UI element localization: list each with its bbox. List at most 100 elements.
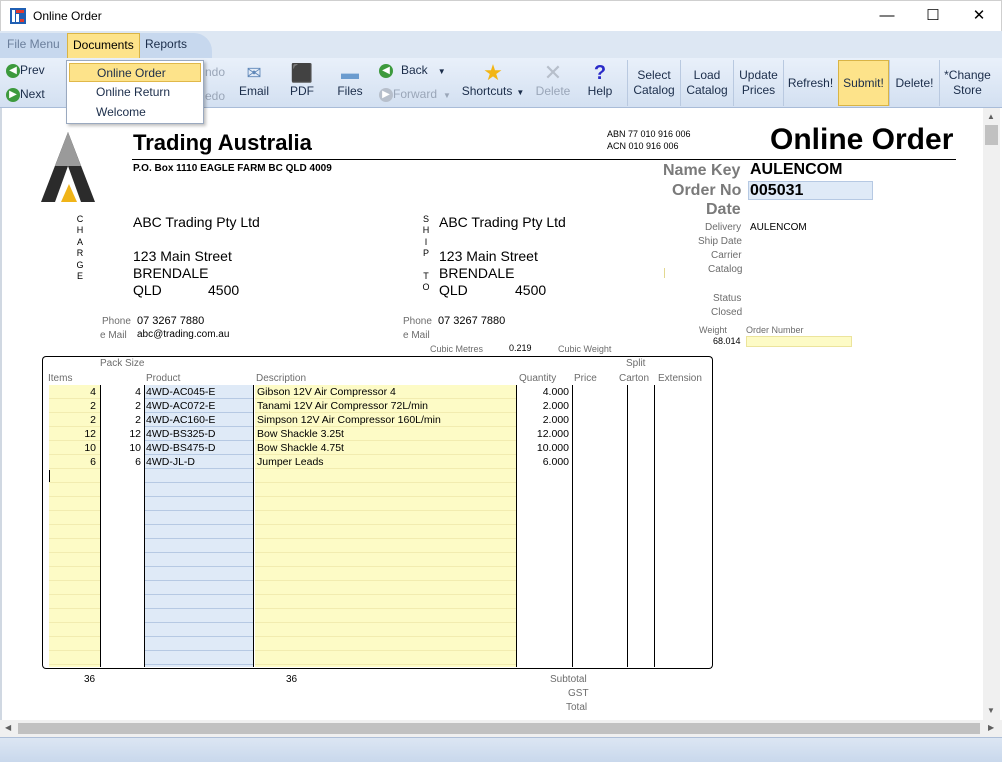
forward-button[interactable]: ▶ Forward ▼ (379, 87, 451, 102)
charge-letter: G (76, 259, 84, 270)
menu-item-online-return[interactable]: Online Return (69, 83, 201, 102)
horizontal-scrollbar[interactable]: ◀ ▶ (0, 720, 1002, 737)
redo-label-partial: edo (205, 89, 226, 103)
cell-description[interactable]: Gibson 12V Air Compressor 4 (257, 385, 515, 399)
cell-product[interactable]: 4WD-AC160-E (146, 413, 251, 427)
cell-items[interactable]: 4 (49, 385, 96, 399)
cell-quantity[interactable]: 2.000 (517, 399, 569, 413)
star-icon: ★ (483, 60, 503, 85)
status-label: Status (713, 293, 742, 304)
cell-description[interactable]: Jumper Leads (257, 455, 515, 469)
order-number-field[interactable] (746, 336, 852, 347)
forward-dropdown-icon[interactable]: ▼ (443, 91, 451, 100)
cell-pack[interactable]: 12 (101, 427, 141, 441)
vertical-scroll-thumb[interactable] (985, 125, 998, 145)
horizontal-scroll-thumb[interactable] (18, 723, 980, 734)
cell-quantity[interactable]: 10.000 (517, 441, 569, 455)
order-lines-grid[interactable]: 4 4 4WD-AC045-E Gibson 12V Air Compressor 4… (42, 385, 713, 669)
delete-button[interactable]: ✕ Delete (534, 60, 572, 99)
cell-description[interactable]: Bow Shackle 4.75t (257, 441, 515, 455)
cell-description[interactable]: Tanami 12V Air Compressor 72L/min (257, 399, 515, 413)
cell-product[interactable]: 4WD-AC072-E (146, 399, 251, 413)
tab-file-menu[interactable]: File Menu (2, 33, 65, 58)
update-prices-line2: Prices (741, 83, 776, 97)
cell-product[interactable]: 4WD-BS475-D (146, 441, 251, 455)
company-acn: ACN 010 916 006 (607, 141, 679, 151)
next-label: Next (20, 87, 45, 101)
cell-pack[interactable]: 10 (101, 441, 141, 455)
cubic-metres-label: Cubic Metres (430, 344, 484, 354)
maximize-button[interactable]: ☐ (910, 1, 956, 32)
col-header-description: Description (256, 373, 307, 384)
submit-button[interactable]: Submit! (838, 60, 889, 106)
cell-description[interactable]: Simpson 12V Air Compressor 160L/min (257, 413, 515, 427)
cell-pack[interactable]: 2 (101, 413, 141, 427)
refresh-button[interactable]: Refresh! (783, 60, 837, 106)
close-button[interactable]: ✕ (956, 1, 1002, 32)
delete-order-button[interactable]: Delete! (889, 60, 939, 106)
cell-quantity[interactable]: 2.000 (517, 413, 569, 427)
arrow-right-icon: ▶ (6, 87, 20, 102)
vertical-scrollbar[interactable]: ▲ ▼ (983, 108, 1000, 720)
files-button[interactable]: ▬ Files (334, 62, 366, 98)
cell-pack[interactable]: 6 (101, 455, 141, 469)
prev-button[interactable]: ◀ Prev (6, 63, 45, 78)
cell-product[interactable]: 4WD-JL-D (146, 455, 251, 469)
cell-product[interactable]: 4WD-BS325-D (146, 427, 251, 441)
col-header-items: Items (48, 373, 73, 384)
shortcuts-button[interactable]: ★ Shortcuts ▼ (458, 60, 528, 99)
name-key-label: Name Key (663, 162, 741, 179)
scroll-down-icon[interactable]: ▼ (987, 706, 995, 715)
charge-letter: R (76, 248, 84, 259)
name-key-value: AULENCOM (750, 161, 843, 178)
cell-description[interactable]: Bow Shackle 3.25t (257, 427, 515, 441)
scroll-right-icon[interactable]: ▶ (988, 723, 994, 732)
col-header-price: Price (574, 373, 597, 384)
x-icon: ✕ (543, 60, 563, 85)
select-catalog-line1: Select (637, 68, 671, 82)
carrier-label: Carrier (711, 250, 742, 261)
cell-items[interactable]: 12 (49, 427, 96, 441)
tab-reports[interactable]: Reports (140, 33, 192, 58)
menu-item-online-order[interactable]: Online Order (69, 63, 201, 82)
cell-quantity[interactable]: 6.000 (517, 455, 569, 469)
change-store-line2: Store (953, 83, 982, 97)
cell-items[interactable]: 2 (49, 413, 96, 427)
charge-letter: A (76, 236, 83, 247)
cell-pack[interactable]: 2 (101, 399, 141, 413)
charge-vertical-label: CHARGE (75, 214, 85, 282)
cell-items[interactable]: 6 (49, 455, 96, 469)
shortcuts-dropdown-icon[interactable]: ▼ (516, 88, 524, 97)
col-header-split: Split (626, 358, 646, 369)
menu-item-welcome[interactable]: Welcome (69, 103, 201, 122)
company-abn: ABN 77 010 916 006 (607, 129, 691, 139)
company-address: P.O. Box 1110 EAGLE FARM BC QLD 4009 (133, 163, 332, 174)
select-catalog-button[interactable]: Select Catalog (627, 60, 680, 106)
cell-pack[interactable]: 4 (101, 385, 141, 399)
update-prices-button[interactable]: Update Prices (733, 60, 783, 106)
load-catalog-button[interactable]: Load Catalog (680, 60, 733, 106)
cell-quantity[interactable]: 12.000 (517, 427, 569, 441)
email-button[interactable]: ✉ Email (236, 62, 272, 98)
update-prices-line1: Update (739, 68, 778, 82)
catalog-field-marker (664, 268, 665, 278)
col-header-product: Product (146, 373, 181, 384)
order-no-field[interactable]: 005031 (748, 181, 873, 200)
help-button[interactable]: ? Help (585, 62, 615, 98)
next-button[interactable]: ▶ Next (6, 87, 45, 102)
back-button[interactable]: ◀ Back ▼ (379, 63, 446, 78)
change-store-button[interactable]: *Change Store (939, 60, 995, 106)
grid-divider (253, 385, 254, 667)
back-arrow-icon: ◀ (379, 63, 393, 78)
email-label: Email (238, 84, 269, 98)
scroll-up-icon[interactable]: ▲ (987, 112, 995, 121)
scroll-left-icon[interactable]: ◀ (5, 723, 11, 732)
minimize-button[interactable]: — (864, 1, 910, 32)
cell-product[interactable]: 4WD-AC045-E (146, 385, 251, 399)
pdf-button[interactable]: ⬛ PDF (285, 62, 319, 98)
back-dropdown-icon[interactable]: ▼ (438, 67, 446, 76)
cell-quantity[interactable]: 4.000 (517, 385, 569, 399)
cell-items[interactable]: 10 (49, 441, 96, 455)
cell-items[interactable]: 2 (49, 399, 96, 413)
total-items: 36 (84, 674, 96, 685)
